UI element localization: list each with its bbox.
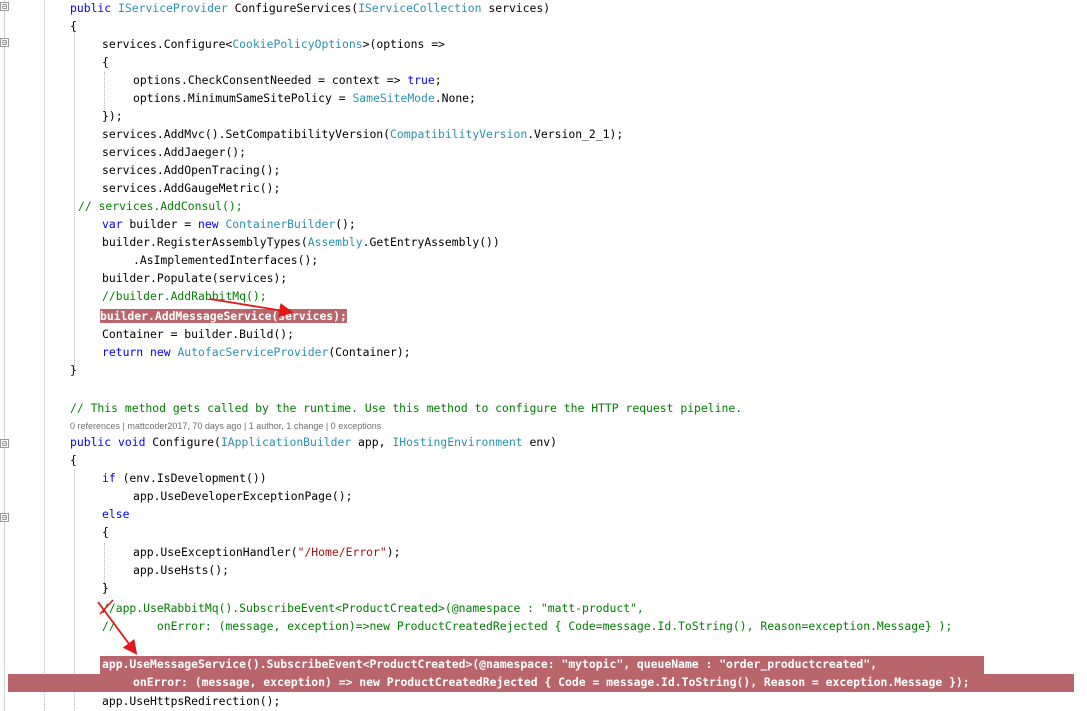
annotation-arrows <box>97 298 294 655</box>
annotation-arrow <box>209 298 294 318</box>
